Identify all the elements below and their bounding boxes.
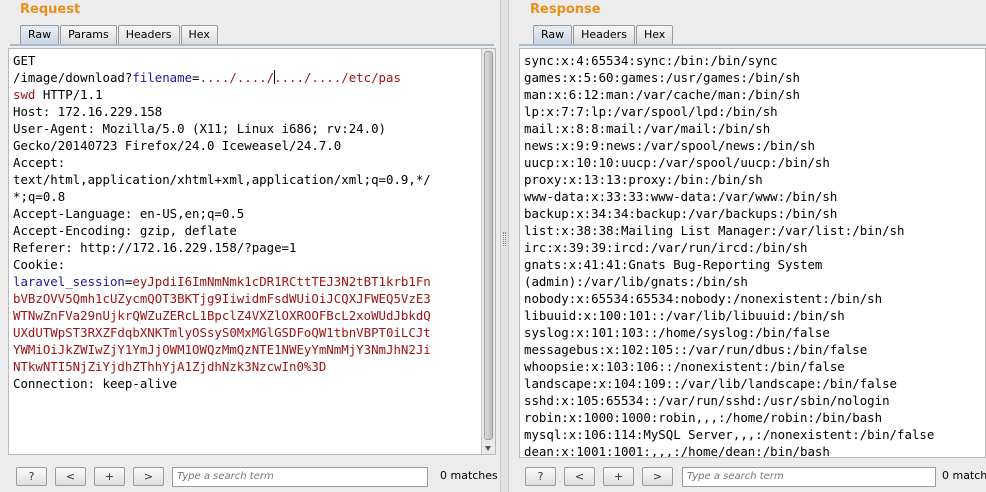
response-line: proxy:x:13:13:proxy:/bin:/bin/sh (524, 172, 763, 187)
response-line: robin:x:1000:1000:robin,,,:/home/robin:/… (524, 410, 883, 425)
match-count: 0 matches (942, 469, 986, 482)
tab-underline (519, 44, 986, 46)
request-editor[interactable]: GET/image/download?filename=..../..../..… (8, 48, 496, 455)
path-prefix: /image/download? (13, 70, 133, 85)
response-line: landscape:x:104:109::/var/lib/landscape:… (524, 376, 897, 391)
request-pane: Request Raw Params Headers Hex GET/image… (0, 0, 500, 492)
request-text: GET/image/download?filename=..../..../..… (9, 49, 495, 392)
response-line: www-data:x:33:33:www-data:/var/www:/bin/… (524, 189, 838, 204)
request-line: GET (13, 53, 36, 68)
response-line: uucp:x:10:10:uucp:/var/spool/uucp:/bin/s… (524, 155, 830, 170)
param-eq: = (192, 70, 200, 85)
add-button[interactable]: + (94, 467, 125, 486)
param-value: ..../..../ (199, 70, 275, 85)
request-search-bar: ? < + > Type a search term 0 matches (0, 467, 500, 489)
cookie-value: UXdUTWpST3RXZFdqbXNKTmlyOSsyS0MxMGlGSDFo… (13, 325, 431, 340)
response-line: man:x:6:12:man:/var/cache/man:/bin/sh (524, 87, 801, 102)
header-line: Gecko/20140723 Firefox/24.0 Iceweasel/24… (13, 138, 342, 153)
prev-button[interactable]: < (55, 467, 86, 486)
pane-divider[interactable] (500, 0, 509, 492)
response-line: list:x:38:38:Mailing List Manager:/var/l… (524, 223, 905, 238)
response-line: nobody:x:65534:65534:nobody:/nonexistent… (524, 291, 883, 306)
header-line: Accept-Encoding: gzip, deflate (13, 223, 237, 238)
response-line: mysql:x:106:114:MySQL Server,,,:/nonexis… (524, 427, 935, 442)
match-count: 0 matches (440, 469, 498, 482)
response-line: irc:x:39:39:ircd:/var/run/ircd:/bin/sh (524, 240, 808, 255)
search-input[interactable]: Type a search term (172, 467, 428, 487)
response-line: messagebus:x:102:105::/var/run/dbus:/bin… (524, 342, 868, 357)
request-scrollbar[interactable] (481, 49, 495, 454)
http-version: HTTP/1.1 (35, 87, 103, 102)
tab-raw[interactable]: Raw (20, 25, 60, 44)
param-value: swd (13, 87, 36, 102)
cookie-value: YWMiOiJkZWIwZjY1YmJjOWM1OWQzMmQzNTE1NWEy… (13, 342, 431, 357)
response-line: dean:x:1001:1001:,,,:/home/dean:/bin/bas… (524, 444, 830, 458)
tab-raw[interactable]: Raw (533, 25, 573, 44)
response-line: games:x:5:60:games:/usr/games:/bin/sh (524, 70, 801, 85)
tab-hex[interactable]: Hex (180, 25, 218, 44)
request-title: Request (20, 2, 81, 17)
response-line: syslog:x:101:103::/home/syslog:/bin/fals… (524, 325, 830, 340)
tab-headers[interactable]: Headers (117, 25, 180, 44)
header-line: Accept: (13, 155, 66, 170)
response-line: sync:x:4:65534:sync:/bin:/bin/sync (524, 53, 778, 68)
search-input[interactable]: Type a search term (682, 467, 936, 487)
cookie-value: eyJpdiI6ImNmNmk1cDR1RCttTEJ3N2tBT1krb1Fn (132, 274, 431, 289)
header-line: *;q=0.8 (13, 189, 66, 204)
cookie-line: laravel_session=eyJpdiI6ImNmNmk1cDR1RCtt… (13, 273, 495, 290)
next-button[interactable]: > (642, 467, 673, 486)
help-button[interactable]: ? (16, 467, 47, 486)
header-line: Accept-Language: en-US,en;q=0.5 (13, 206, 245, 221)
cookie-key: laravel_session (13, 274, 125, 289)
header-line: Referer: http://172.16.229.158/?page=1 (13, 240, 297, 255)
response-line: whoopsie:x:103:106::/nonexistent:/bin/fa… (524, 359, 845, 374)
header-line: text/html,application/xhtml+xml,applicat… (13, 172, 431, 187)
response-title: Response (530, 2, 601, 17)
param-value: ..../..../etc/pas (274, 70, 401, 85)
scroll-down-icon[interactable] (485, 446, 491, 451)
tab-headers[interactable]: Headers (573, 25, 635, 44)
next-button[interactable]: > (133, 467, 164, 486)
param-key: filename (132, 70, 193, 85)
request-tabs: Raw Params Headers Hex (20, 25, 219, 45)
request-line: /image/download?filename=..../..../..../… (13, 69, 495, 86)
response-text: sync:x:4:65534:sync:/bin:/bin/sync games:… (520, 49, 985, 458)
divider-grip-icon[interactable] (503, 232, 506, 246)
header-line: Host: 172.16.229.158 (13, 104, 163, 119)
add-button[interactable]: + (603, 467, 634, 486)
tab-params[interactable]: Params (60, 25, 117, 44)
response-line: backup:x:34:34:backup:/var/backups:/bin/… (524, 206, 838, 221)
header-line: Cookie: (13, 257, 66, 272)
cookie-value: NTkwNTI5NjZiYjdhZThhYjA1ZjdhNzk3NzcwIn0%… (13, 359, 327, 374)
response-line: gnats:x:41:41:Gnats Bug-Reporting System (524, 257, 823, 272)
response-line: sshd:x:105:65534::/var/run/sshd:/usr/sbi… (524, 393, 890, 408)
scrollbar-thumb[interactable] (484, 51, 493, 440)
response-pane: Response Raw Headers Hex sync:x:4:65534:… (509, 0, 986, 492)
tab-hex[interactable]: Hex (635, 25, 674, 44)
help-button[interactable]: ? (525, 467, 556, 486)
response-line: news:x:9:9:news:/var/spool/news:/bin/sh (524, 138, 815, 153)
prev-button[interactable]: < (564, 467, 595, 486)
cookie-value: WTNwZnFVa29nUjkrQWZuZERcL1BpclZ4VXZlOXRO… (13, 308, 431, 323)
tab-underline (10, 44, 494, 46)
response-line: lp:x:7:7:lp:/var/spool/lpd:/bin/sh (524, 104, 778, 119)
cookie-value: bVBzOVV5Qmh1cUZycmQOT3BKTjg9IiwidmFsdWUi… (13, 291, 431, 306)
header-line: Connection: keep-alive (13, 376, 178, 391)
header-line: User-Agent: Mozilla/5.0 (X11; Linux i686… (13, 121, 386, 136)
response-tabs: Raw Headers Hex (533, 25, 674, 45)
request-line: swd HTTP/1.1 (13, 86, 495, 103)
response-line: mail:x:8:8:mail:/var/mail:/bin/sh (524, 121, 771, 136)
response-editor[interactable]: sync:x:4:65534:sync:/bin:/bin/sync games:… (519, 48, 986, 458)
response-line: libuuid:x:100:101::/var/lib/libuuid:/bin… (524, 308, 845, 323)
response-search-bar: ? < + > Type a search term 0 matches (509, 467, 986, 489)
response-line: (admin):/var/lib/gnats:/bin/sh (524, 274, 748, 289)
